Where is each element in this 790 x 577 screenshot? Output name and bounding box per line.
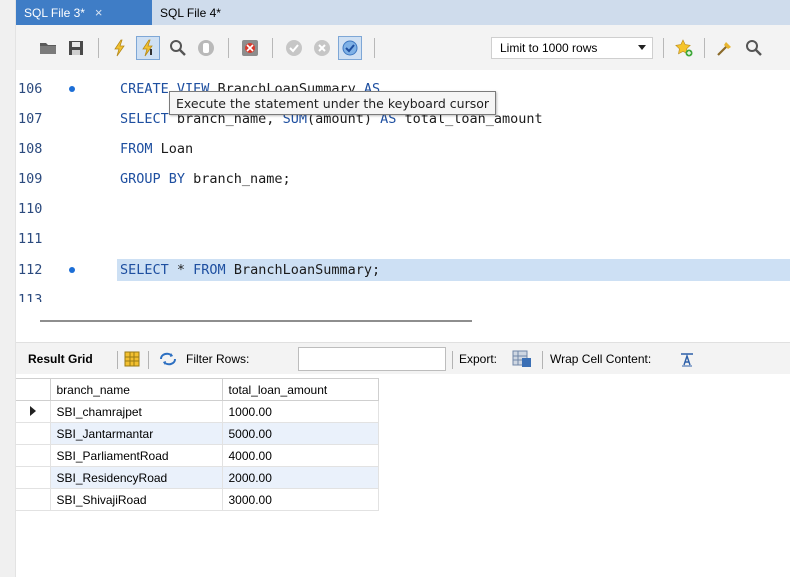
rollback-icon[interactable] [310, 36, 334, 60]
execute-cursor-icon[interactable] [136, 36, 160, 60]
table-row[interactable]: SBI_chamrajpet 1000.00 [16, 400, 379, 423]
limit-rows-value: Limit to 1000 rows [500, 41, 598, 55]
toolbar-separator [704, 38, 705, 58]
row-header-corner [16, 378, 51, 401]
tab-sql-file-4[interactable]: SQL File 4* [152, 0, 234, 25]
commit-icon[interactable] [282, 36, 306, 60]
line-number: 109 [18, 171, 43, 187]
filter-rows-label: Filter Rows: [186, 352, 250, 366]
find-icon[interactable] [166, 36, 190, 60]
toolbar-separator [374, 38, 375, 58]
table-cell[interactable]: 1000.00 [221, 400, 379, 423]
editor-line: 113 [16, 289, 790, 302]
tab-label: SQL File 3* [24, 5, 85, 20]
editor-line: 109 GROUP BY branch_name; [16, 168, 790, 190]
table-cell[interactable]: 4000.00 [221, 444, 379, 467]
execute-icon[interactable] [108, 36, 132, 60]
code-text: FROM Loan [120, 141, 194, 157]
table-row[interactable]: SBI_Jantarmantar 5000.00 [16, 422, 379, 445]
row-header[interactable] [16, 466, 51, 489]
statement-dot-icon [69, 86, 75, 92]
sql-editor[interactable]: 106 CREATE VIEW BranchLoanSummary AS 107… [16, 70, 790, 302]
toolbar-separator [228, 38, 229, 58]
row-header[interactable] [16, 488, 51, 511]
horizontal-scrollbar[interactable] [40, 320, 472, 322]
toolbar-separator [148, 351, 149, 369]
toolbar-separator [542, 351, 543, 369]
line-number: 108 [18, 141, 43, 157]
table-row[interactable]: SBI_ParliamentRoad 4000.00 [16, 444, 379, 467]
grid-view-icon[interactable] [124, 343, 140, 375]
refresh-icon[interactable] [158, 343, 178, 375]
close-icon[interactable]: × [95, 5, 103, 20]
toolbar-separator [663, 38, 664, 58]
search-icon[interactable] [742, 36, 766, 60]
line-number: 110 [18, 201, 43, 217]
table-cell[interactable]: SBI_ShivajiRoad [49, 488, 223, 511]
stop-icon[interactable] [194, 36, 218, 60]
wrap-cell-label: Wrap Cell Content: [550, 352, 652, 366]
folder-open-icon[interactable] [36, 36, 60, 60]
toggle-error-icon[interactable] [238, 36, 262, 60]
column-header[interactable]: total_loan_amount [221, 378, 379, 401]
autocommit-icon[interactable] [338, 36, 362, 60]
row-header[interactable] [16, 444, 51, 467]
limit-rows-select[interactable]: Limit to 1000 rows [491, 37, 653, 59]
wrap-cell-icon[interactable] [679, 343, 695, 375]
editor-line: 111 [16, 228, 790, 250]
window-left-edge [0, 0, 16, 577]
editor-line: 110 [16, 198, 790, 220]
toolbar-separator [272, 38, 273, 58]
result-grid-button[interactable]: Result Grid [28, 343, 93, 375]
toolbar-separator [98, 38, 99, 58]
beautify-icon[interactable] [713, 36, 737, 60]
table-row[interactable]: SBI_ShivajiRoad 3000.00 [16, 488, 379, 511]
table-cell[interactable]: SBI_chamrajpet [49, 400, 223, 423]
grid-header-row: branch_name total_loan_amount [16, 378, 379, 401]
tab-sql-file-3[interactable]: SQL File 3* × [16, 0, 152, 25]
current-row-arrow-icon [29, 405, 36, 416]
tab-label: SQL File 4* [160, 5, 221, 20]
table-cell[interactable]: 5000.00 [221, 422, 379, 445]
line-number: 112 [16, 262, 104, 278]
line-number: 106 [16, 81, 104, 97]
table-cell[interactable]: 2000.00 [221, 466, 379, 489]
line-number: 107 [18, 111, 43, 127]
column-header[interactable]: branch_name [49, 378, 223, 401]
row-header[interactable] [16, 400, 51, 423]
editor-line: 108 FROM Loan [16, 138, 790, 160]
statement-dot-icon [69, 267, 75, 273]
result-toolbar: Result Grid Filter Rows: Export: Wrap Ce… [16, 342, 790, 374]
table-cell[interactable]: 3000.00 [221, 488, 379, 511]
export-icon[interactable] [512, 343, 532, 375]
result-grid[interactable]: branch_name total_loan_amount SBI_chamra… [16, 378, 379, 511]
table-cell[interactable]: SBI_Jantarmantar [49, 422, 223, 445]
table-cell[interactable]: SBI_ResidencyRoad [49, 466, 223, 489]
toolbar-separator [117, 351, 118, 369]
code-text: GROUP BY branch_name; [120, 171, 291, 187]
toolbar-separator [452, 351, 453, 369]
row-header[interactable] [16, 422, 51, 445]
save-icon[interactable] [64, 36, 88, 60]
table-cell[interactable]: SBI_ParliamentRoad [49, 444, 223, 467]
tab-strip: SQL File 3* × SQL File 4* [16, 0, 790, 25]
line-number: 113 [18, 292, 43, 302]
export-label: Export: [459, 352, 498, 366]
panel-splitter[interactable] [16, 302, 790, 332]
code-text: SELECT * FROM BranchLoanSummary; [120, 262, 381, 278]
table-row[interactable]: SBI_ResidencyRoad 2000.00 [16, 466, 379, 489]
line-number: 111 [18, 231, 43, 247]
tooltip: Execute the statement under the keyboard… [169, 91, 497, 115]
editor-line-current: 112 SELECT * FROM BranchLoanSummary; [16, 259, 790, 281]
bookmark-add-icon[interactable] [672, 36, 696, 60]
chevron-down-icon [638, 45, 646, 50]
filter-rows-input[interactable] [298, 347, 446, 371]
editor-toolbar: Limit to 1000 rows [16, 25, 790, 70]
